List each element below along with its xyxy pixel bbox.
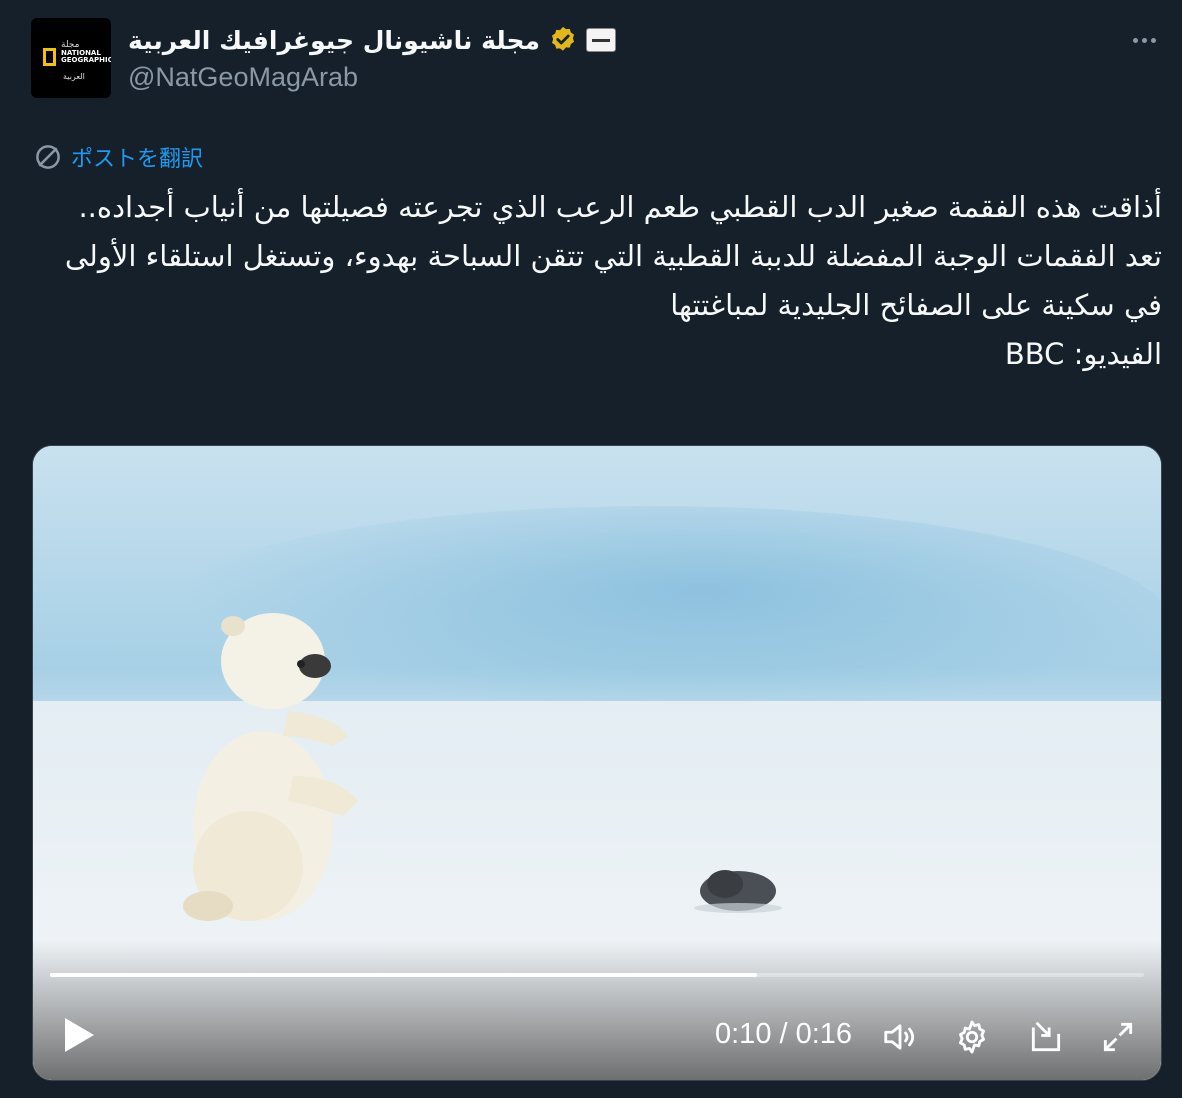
more-dot — [1141, 37, 1147, 43]
play-icon[interactable] — [61, 1016, 97, 1054]
video-time-display: 0:10 / 0:16 — [715, 1018, 853, 1050]
volume-icon[interactable] — [881, 1018, 919, 1056]
affiliate-badge-icon[interactable] — [586, 28, 616, 52]
translate-label[interactable]: ポストを翻訳 — [71, 141, 203, 173]
verified-badge-gold-icon[interactable] — [548, 25, 578, 55]
more-options-icon[interactable] — [1124, 22, 1164, 58]
tweet-line-3: الفيديو: BBC — [1004, 337, 1162, 371]
avatar-text-natgeo: NATIONAL GEOGRAPHIC — [61, 50, 111, 64]
video-progress-bar[interactable] — [50, 973, 1144, 977]
tweet-line-1: أذاقت هذه الفقمة صغير الدب القطبي طعم ال… — [78, 190, 1162, 224]
fullscreen-icon[interactable] — [1099, 1018, 1137, 1056]
account-avatar[interactable]: مجلة NATIONAL GEOGRAPHIC العربية — [31, 18, 111, 98]
more-dot — [1132, 37, 1138, 43]
display-name-row[interactable]: مجلة ناشيونال جيوغرافيك العربية — [128, 20, 616, 60]
video-progress-fill — [50, 973, 757, 977]
tweet-line-2: تعد الفقمات الوجبة المفضلة للدببة القطبي… — [64, 239, 1162, 322]
pop-out-icon[interactable] — [1027, 1018, 1065, 1056]
natgeo-yellow-frame-icon — [43, 48, 56, 66]
settings-gear-icon[interactable] — [953, 1018, 991, 1056]
controls-overlay — [33, 940, 1161, 1080]
display-name[interactable]: مجلة ناشيونال جيوغرافيك العربية — [128, 26, 540, 55]
tweet-text: أذاقت هذه الفقمة صغير الدب القطبي طعم ال… — [30, 183, 1162, 379]
translate-post-link[interactable]: ポストを翻訳 — [33, 140, 203, 174]
video-player[interactable]: 0:10 / 0:16 — [32, 445, 1162, 1081]
account-handle[interactable]: @NatGeoMagArab — [128, 62, 358, 93]
avatar-text-arabic-bottom: العربية — [63, 72, 85, 81]
avatar-text-geographic: GEOGRAPHIC — [61, 56, 111, 64]
more-dot — [1150, 37, 1156, 43]
translate-globe-icon — [36, 145, 60, 169]
